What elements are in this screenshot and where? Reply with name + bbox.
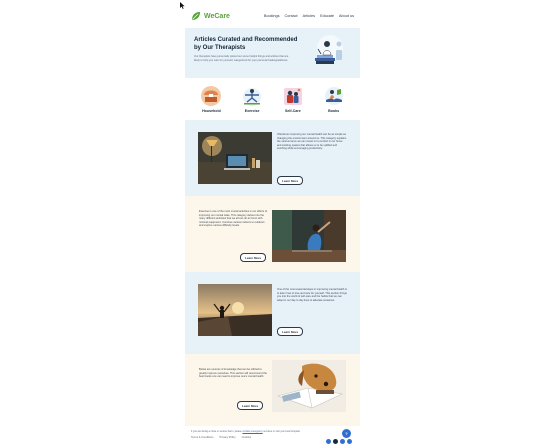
article-text: Books are sources of knowledge that can … [199, 368, 267, 379]
desk-lamp-photo-icon [198, 132, 272, 184]
nav-articles[interactable]: Articles [303, 14, 315, 18]
therapist-illustration-icon [315, 35, 343, 64]
footer-text-suffix: services or visit your local hospital. [263, 430, 301, 433]
learn-more-button[interactable]: Learn More [277, 176, 304, 185]
emergency-link[interactable]: contact emergency [242, 430, 262, 433]
category-books[interactable]: Books [323, 85, 345, 113]
terms-link[interactable]: Terms & Conditions [191, 436, 214, 439]
cookies-link[interactable]: Cookies [242, 436, 251, 439]
article-text: One of the most essential steps in impro… [277, 288, 347, 302]
category-label: Self-Care [284, 109, 301, 113]
category-label: Household [202, 109, 221, 113]
article-image [198, 284, 272, 336]
books-icon [324, 87, 343, 105]
brand-logo[interactable]: WeCare [191, 11, 230, 21]
nav-contact[interactable]: Contact [285, 14, 298, 18]
household-icon [201, 86, 222, 106]
social-links [326, 439, 352, 444]
nav-bookings[interactable]: Bookings [264, 14, 280, 18]
brand-name: WeCare [204, 12, 230, 20]
linkedin-icon[interactable] [347, 439, 352, 444]
category-self-care[interactable]: Self-Care [282, 85, 304, 113]
instagram-icon[interactable] [333, 439, 338, 444]
help-chat-button[interactable]: ? [342, 429, 351, 438]
page-subtitle: Our therapists have personally picked ou… [194, 55, 289, 62]
learn-more-button[interactable]: Learn More [240, 253, 267, 262]
article-books: Books are sources of knowledge that can … [185, 354, 360, 426]
sunset-pier-photo-icon [198, 284, 272, 336]
article-text: Oftentimes improving our mental health c… [277, 133, 347, 151]
yoga-photo-icon [272, 210, 346, 262]
article-image [198, 132, 272, 184]
footer-text-prefix: If you are facing a crisis or serious ha… [191, 430, 242, 433]
site-header: WeCare Bookings Contact Articles Educate… [185, 4, 360, 28]
facebook-icon[interactable] [326, 439, 331, 444]
main-nav: Bookings Contact Articles Educate About … [264, 14, 354, 18]
category-row: Household Exercise Self-Care Books [185, 78, 360, 120]
twitter-icon[interactable] [340, 439, 345, 444]
web-page: WeCare Bookings Contact Articles Educate… [185, 4, 360, 446]
article-text: Exercise is one of the most crucial acti… [199, 210, 267, 228]
self-care-icon [283, 88, 302, 105]
nav-about[interactable]: About us [339, 14, 354, 18]
article-image [272, 210, 346, 262]
hero-section: Articles Curated and Recommended by Our … [185, 28, 360, 78]
screenshot-stage: WeCare Bookings Contact Articles Educate… [0, 0, 557, 448]
article-self-care: One of the most essential steps in impro… [185, 272, 360, 354]
category-label: Books [328, 109, 340, 113]
exercise-icon [243, 88, 262, 106]
article-image [272, 360, 346, 412]
category-exercise[interactable]: Exercise [241, 85, 263, 113]
article-household: Oftentimes improving our mental health c… [185, 120, 360, 196]
dog-book-photo-icon [272, 360, 346, 412]
question-icon: ? [345, 431, 348, 436]
category-household[interactable]: Household [200, 85, 222, 113]
leaf-logo-icon [192, 12, 200, 20]
privacy-link[interactable]: Privacy Policy [220, 436, 236, 439]
category-label: Exercise [244, 109, 260, 113]
page-title: Articles Curated and Recommended by Our … [194, 37, 298, 51]
learn-more-button[interactable]: Learn More [277, 327, 304, 336]
site-footer: If you are facing a crisis or serious ha… [185, 428, 360, 446]
learn-more-button[interactable]: Learn More [237, 401, 264, 410]
footer-disclaimer: If you are facing a crisis or serious ha… [191, 430, 301, 433]
article-exercise: Exercise is one of the most crucial acti… [185, 196, 360, 272]
nav-educate[interactable]: Educate [320, 14, 334, 18]
